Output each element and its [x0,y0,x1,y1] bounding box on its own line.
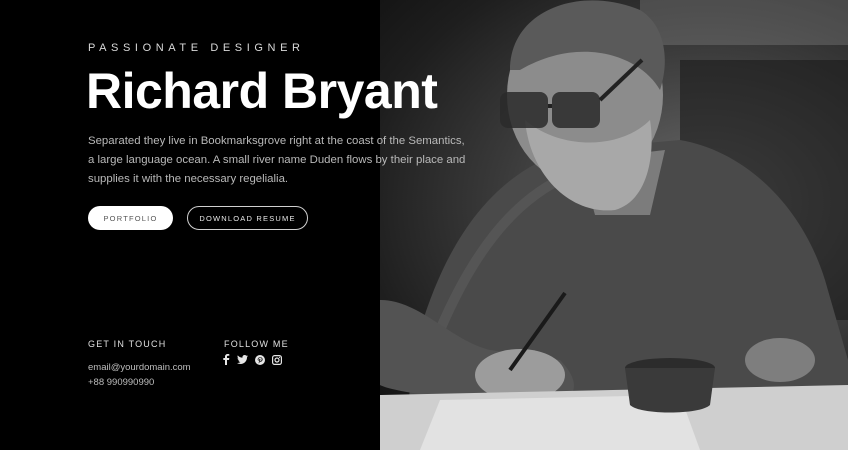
contact-email[interactable]: email@yourdomain.com [88,362,191,373]
hero-photo [380,0,848,450]
social-links [222,354,282,365]
twitter-icon[interactable] [237,355,248,364]
contact-phone: +88 990990990 [88,377,155,388]
instagram-icon[interactable] [272,354,282,365]
hero-subtitle: PASSIONATE DESIGNER [88,42,305,54]
facebook-icon[interactable] [222,354,230,365]
follow-me-title: Follow Me [224,339,289,349]
download-resume-button[interactable]: Download Resume [187,206,308,230]
hero-name: Richard Bryant [86,63,438,119]
portfolio-button[interactable]: Portfolio [88,206,173,230]
get-in-touch-title: Get in Touch [88,339,167,349]
pinterest-icon[interactable] [255,354,265,365]
designer-photo-illustration [380,0,848,450]
hero-bio: Separated they live in Bookmarksgrove ri… [88,135,466,185]
